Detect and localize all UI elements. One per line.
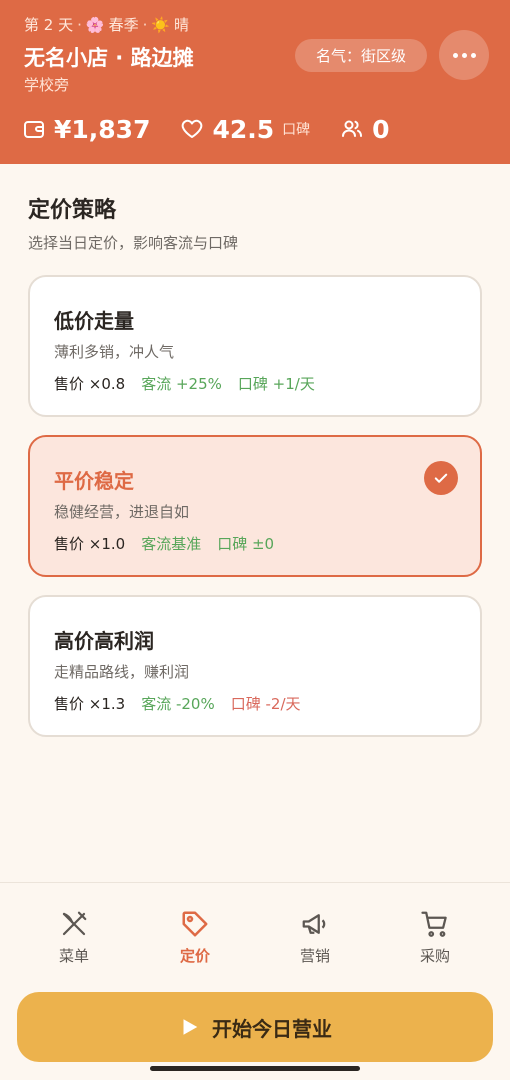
stats-row: ¥1,837 42.5 口碑 0 xyxy=(22,112,420,146)
price-multiplier: 售价 ×0.8 xyxy=(54,375,126,393)
utensils-crossed-icon xyxy=(62,911,87,936)
traffic-effect: 客流 +25% xyxy=(141,375,222,393)
option-desc: 稳健经营，进退自如 xyxy=(54,503,190,521)
traffic-effect: 客流基准 xyxy=(141,535,202,553)
wallet-icon xyxy=(24,121,44,138)
money-stat: ¥1,837 xyxy=(22,115,150,144)
money-value: ¥1,837 xyxy=(54,114,151,144)
shop-name: 无名小店 · 路边摊 xyxy=(24,46,194,70)
option-title: 低价走量 xyxy=(54,309,134,333)
start-business-label: 开始今日营业 xyxy=(212,1016,332,1041)
weather-label: 晴 xyxy=(174,16,190,34)
section-title: 定价策略 xyxy=(28,198,117,223)
bottom-nav: 菜单 定价 营销 采购 xyxy=(0,882,510,982)
section-subtitle: 选择当日定价，影响客流与口碑 xyxy=(28,234,239,252)
selected-check-icon xyxy=(424,461,458,495)
nav-item-pricing[interactable]: 定价 xyxy=(155,909,235,966)
price-multiplier: 售价 ×1.0 xyxy=(54,535,126,553)
nav-label: 采购 xyxy=(419,947,450,965)
home-indicator xyxy=(150,1066,360,1071)
shop-location: 学校旁 xyxy=(24,76,70,94)
heart-icon xyxy=(182,119,203,138)
customers-stat: 0 xyxy=(340,114,390,144)
option-effects: 售价 ×1.0 客流基准 口碑 ±0 xyxy=(54,533,274,554)
reputation-effect: 口碑 +1/天 xyxy=(237,375,315,393)
nav-item-purchase[interactable]: 采购 xyxy=(395,909,475,966)
option-effects: 售价 ×0.8 客流 +25% 口碑 +1/天 xyxy=(54,373,315,394)
separator: · xyxy=(142,15,148,34)
season-icon: 🌸 xyxy=(85,15,105,34)
reputation-unit: 口碑 xyxy=(282,122,311,138)
nav-label: 菜单 xyxy=(58,947,89,965)
customers-value: 0 xyxy=(372,114,390,144)
traffic-effect: 客流 -20% xyxy=(141,695,215,713)
users-icon xyxy=(342,120,363,137)
reputation-effect: 口碑 ±0 xyxy=(217,535,275,553)
megaphone-icon xyxy=(302,914,326,934)
reputation-value: 42.5 xyxy=(212,114,275,144)
separator: · xyxy=(77,15,82,34)
play-icon xyxy=(183,1019,198,1035)
day-label: 第 2 天 xyxy=(24,16,74,34)
pricing-option-standard[interactable]: 平价稳定 稳健经营，进退自如 售价 ×1.0 客流基准 口碑 ±0 xyxy=(28,435,482,577)
option-title: 高价高利润 xyxy=(54,629,154,653)
pricing-option-low[interactable]: 低价走量 薄利多销，冲人气 售价 ×0.8 客流 +25% 口碑 +1/天 xyxy=(28,275,482,417)
season-label: 春季 xyxy=(108,16,139,34)
nav-label: 定价 xyxy=(179,947,210,965)
option-desc: 薄利多销，冲人气 xyxy=(54,343,175,361)
option-effects: 售价 ×1.3 客流 -20% 口碑 -2/天 xyxy=(54,693,301,714)
status-header: 第 2 天 · 🌸 春季 · ☀️ 晴 无名小店 · 路边摊 学校旁 名气：街区… xyxy=(0,0,510,164)
option-desc: 走精品路线，赚利润 xyxy=(54,663,190,681)
price-multiplier: 售价 ×1.3 xyxy=(54,695,126,713)
nav-label: 营销 xyxy=(299,947,330,965)
option-title: 平价稳定 xyxy=(54,469,134,493)
start-business-button[interactable]: 开始今日营业 xyxy=(17,992,493,1062)
nav-item-menu[interactable]: 菜单 xyxy=(34,909,114,966)
more-button[interactable] xyxy=(439,30,489,80)
pricing-option-high[interactable]: 高价高利润 走精品路线，赚利润 售价 ×1.3 客流 -20% 口碑 -2/天 xyxy=(28,595,482,737)
reputation-effect: 口碑 -2/天 xyxy=(230,695,301,713)
nav-item-marketing[interactable]: 营销 xyxy=(275,909,355,966)
app-screen: 第 2 天 · 🌸 春季 · ☀️ 晴 无名小店 · 路边摊 学校旁 名气：街区… xyxy=(0,0,510,1080)
day-season-weather: 第 2 天 · 🌸 春季 · ☀️ 晴 xyxy=(24,14,189,35)
weather-icon: ☀️ xyxy=(151,15,171,34)
fame-badge: 名气：街区级 xyxy=(295,39,427,72)
more-dots-icon xyxy=(452,52,476,58)
shopping-cart-icon xyxy=(421,911,447,937)
reputation-stat: 42.5 口碑 xyxy=(180,115,310,144)
price-tag-icon xyxy=(182,911,208,937)
